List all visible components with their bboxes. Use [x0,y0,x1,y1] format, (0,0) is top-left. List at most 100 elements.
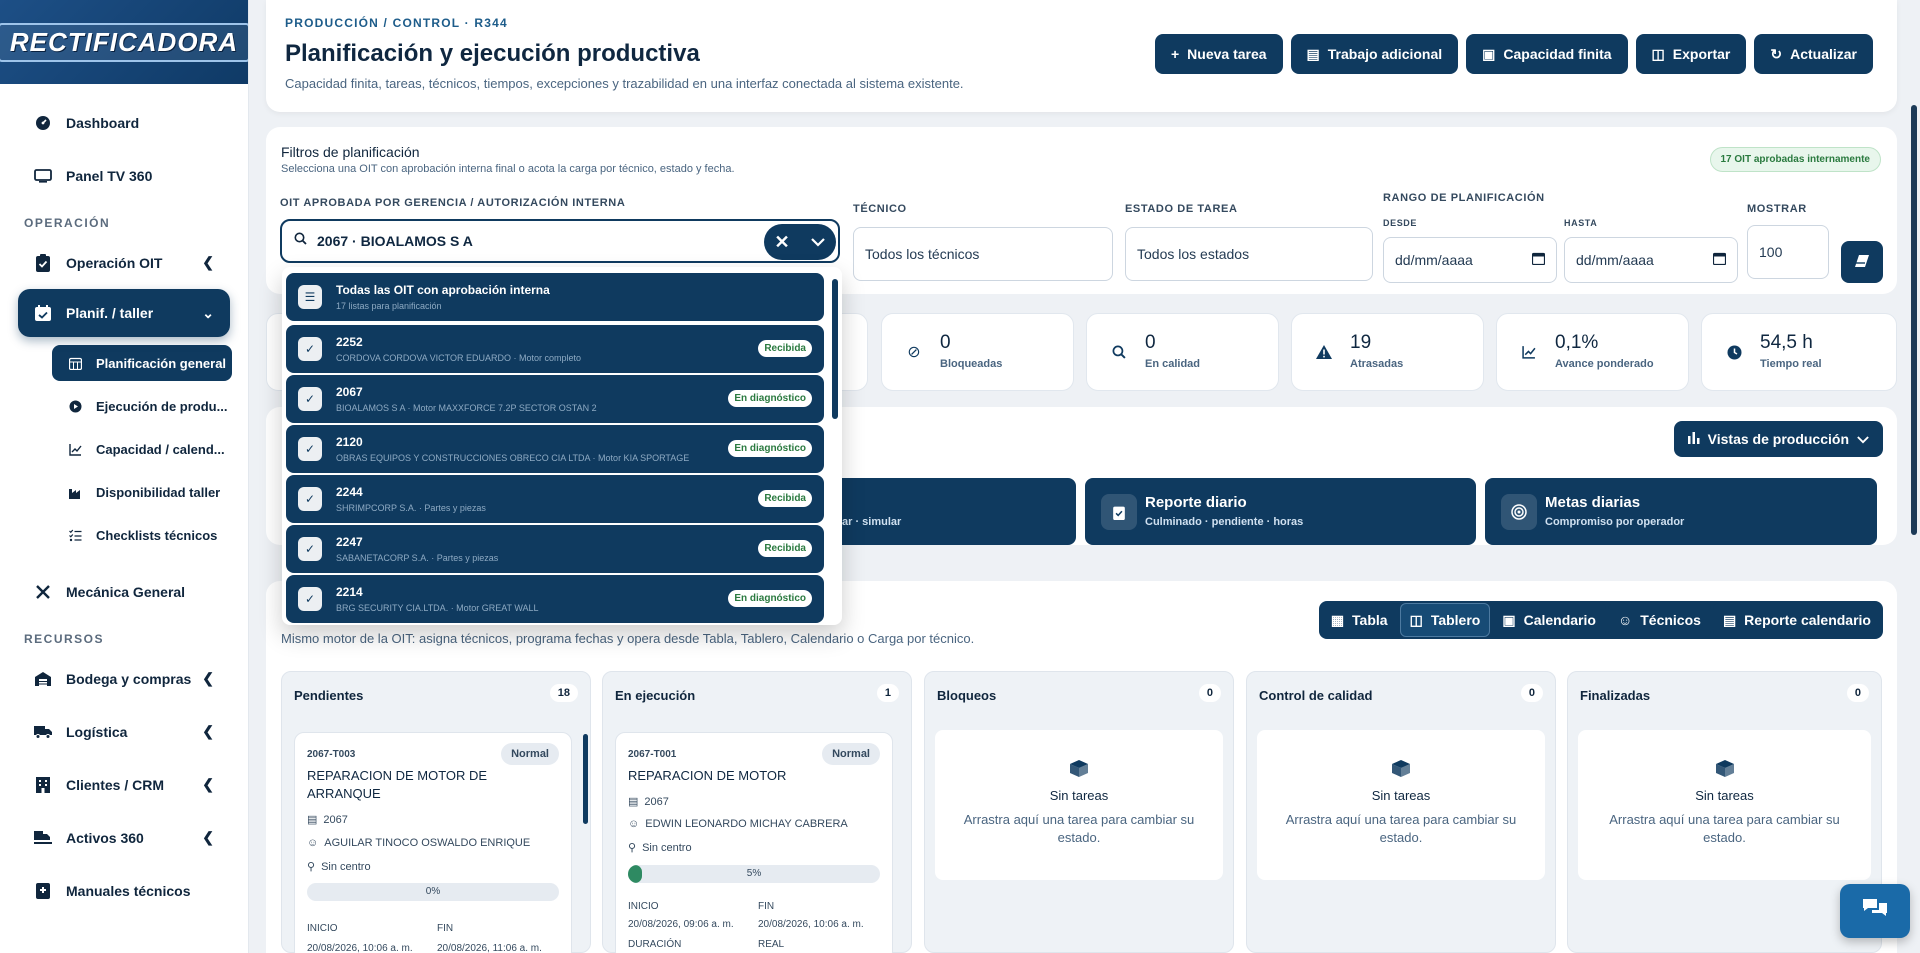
sidebar-item-clientes[interactable]: Clientes / CRM ❮ [0,758,248,811]
task-center: Sin centro [321,860,371,873]
sidebar-item-logistica[interactable]: Logística ❮ [0,705,248,758]
hasta-date-input[interactable]: dd/mm/aaaa [1564,237,1738,283]
dropdown-option-all[interactable]: ☰ Todas las OIT con aprobación interna 1… [286,273,824,321]
tecnico-select[interactable]: Todos los técnicos [853,227,1113,281]
sidebar-subitem-disponibilidad[interactable]: Disponibilidad taller [52,471,248,514]
board-column-control-calidad: Control de calidad 0 Sin tareas Arrastra… [1246,671,1556,953]
kpi-label: Tiempo real [1760,358,1822,370]
trabajo-adicional-button[interactable]: ▤ Trabajo adicional [1290,34,1459,74]
task-card[interactable]: 2067-T003 Normal REPARACION DE MOTOR DE … [294,732,572,953]
warehouse-icon [32,668,54,690]
sidebar-item-mecanica[interactable]: Mecánica General [0,565,248,618]
clipboard-check-icon [32,252,54,274]
sidebar-item-bodega[interactable]: Bodega y compras ❮ [0,652,248,705]
dropdown-scrollbar[interactable] [832,279,838,419]
sidebar-item-label: Dashboard [66,114,140,131]
column-scrollbar[interactable] [583,734,588,824]
vistas-produccion-button[interactable]: Vistas de producción [1673,421,1883,457]
sidebar-item-planif-taller[interactable]: Planif. / taller ⌄ [18,289,230,337]
trend-icon [1517,340,1541,364]
task-id: 2067-T001 [628,749,677,760]
exportar-button[interactable]: ◫ Exportar [1635,34,1747,74]
dropdown-option[interactable]: ✓ 2244 SHRIMPCORP S.A. · Partes y piezas… [286,475,824,523]
sidebar-item-dashboard[interactable]: Dashboard [0,96,248,149]
task-card[interactable]: 2067-T001 Normal REPARACION DE MOTOR ▤ 20… [615,732,893,953]
dropdown-option[interactable]: ✓ 2214 BRG SECURITY CIA.LTDA. · Motor GR… [286,575,824,623]
sidebar-subitem-ejecucion[interactable]: Ejecución de produ... [52,385,248,428]
option-sub: BIOALAMOS S A · Motor MAXXFORCE 7.2P SEC… [336,403,597,413]
sidebar-subitem-planificacion-general[interactable]: Planificación general [52,345,232,381]
dropdown-option[interactable]: ✓ 2067 BIOALAMOS S A · Motor MAXXFORCE 7… [286,375,824,423]
dropdown-option[interactable]: ✓ 2252 CORDOVA CORDOVA VICTOR EDUARDO · … [286,325,824,373]
tab-label: Técnicos [1640,612,1701,628]
chevron-down-icon [1857,431,1869,447]
dropdown-option[interactable]: ✓ 2247 SABANETACORP S.A. · Partes y piez… [286,525,824,573]
box-open-icon [1257,758,1545,784]
sidebar-item-label: Planif. / taller [66,305,154,321]
oit-search-input[interactable]: 2067 · BIOALAMOS S A ✕ [280,219,840,263]
column-dropzone[interactable]: Sin tareas Arrastra aquí una tarea para … [1578,730,1871,880]
column-count: 0 [1520,684,1543,702]
sidebar: RECTIFICADORA Dashboard Panel TV 360 OPE… [0,0,249,953]
duracion-label: DURACIÓN [628,939,682,950]
column-dropzone[interactable]: Sin tareas Arrastra aquí una tarea para … [1257,730,1545,880]
calendar-icon [1531,252,1546,268]
calendar-check-icon: ▣ [1482,45,1496,62]
column-dropzone[interactable]: Sin tareas Arrastra aquí una tarea para … [935,730,1223,880]
kpi-card-avance: 0,1% Avance ponderado [1496,313,1689,391]
task-center-row: ⚲ Sin centro [628,841,692,855]
dropdown-option[interactable]: ✓ 2120 OBRAS EQUIPOS Y CONSTRUCCIONES OB… [286,425,824,473]
task-oit: 2067 [323,813,348,826]
chart-line-icon [66,443,84,456]
oit-label: OIT APROBADA POR GERENCIA / AUTORIZACIÓN… [280,197,626,209]
sidebar-subitem-capacidad[interactable]: Capacidad / calend... [52,428,248,471]
brand-logo[interactable]: RECTIFICADORA [0,0,248,84]
view-card-sub: Compromiso por operador [1545,516,1685,528]
desde-date-input[interactable]: dd/mm/aaaa [1383,237,1557,283]
sidebar-item-label: Mecánica General [66,583,186,600]
status-badge: En diagnóstico [728,440,812,457]
play-circle-icon [66,400,84,413]
sidebar-item-manuales[interactable]: Manuales técnicos [0,864,248,917]
chevron-left-icon: ❮ [202,776,214,792]
tab-tablero[interactable]: ◫ Tablero [1399,603,1491,637]
nueva-tarea-button[interactable]: + Nueva tarea [1154,34,1283,74]
industry-icon [66,486,84,499]
task-oit: 2067 [644,795,669,808]
mostrar-input[interactable]: 100 [1747,225,1829,279]
sidebar-item-activos[interactable]: Activos 360 ❮ [0,811,248,864]
clear-filters-button[interactable] [1841,241,1883,283]
view-card-reporte-diario[interactable]: Reporte diario Culminado · pendiente · h… [1085,478,1476,545]
logo-text: RECTIFICADORA [0,22,248,62]
capacidad-finita-button[interactable]: ▣ Capacidad finita [1466,34,1628,74]
page-header: PRODUCCIÓN / CONTROL · R344 Planificació… [266,0,1897,112]
clear-icon[interactable]: ✕ [764,224,800,260]
tab-tecnicos[interactable]: ☺ Técnicos [1607,603,1711,637]
empty-desc: Arrastra aquí una tarea para cambiar su … [963,812,1195,845]
estado-select[interactable]: Todos los estados [1125,227,1373,281]
page-scrollbar[interactable] [1911,105,1917,535]
kpi-value: 54,5 h [1760,332,1813,353]
tab-label: Tablero [1430,612,1481,628]
view-card-metas-diarias[interactable]: Metas diarias Compromiso por operador [1485,478,1877,545]
file-export-icon: ◫ [1651,45,1665,62]
tab-reporte-calendario[interactable]: ▤ Reporte calendario [1712,603,1881,637]
option-sub: OBRAS EQUIPOS Y CONSTRUCCIONES OBRECO CI… [336,453,690,463]
chevron-down-icon[interactable] [800,224,836,260]
chat-button[interactable] [1840,884,1910,938]
inicio-label: INICIO [628,901,659,912]
actualizar-button[interactable]: ↻ Actualizar [1754,34,1873,74]
tab-calendario[interactable]: ▣ Calendario [1492,603,1606,637]
progress-label: 0% [425,886,441,897]
sidebar-item-panel-tv[interactable]: Panel TV 360 [0,149,248,202]
sidebar-subitem-checklists[interactable]: Checklists técnicos [52,514,248,557]
task-tech-row: ☺ AGUILAR TINOCO OSWALDO ENRIQUE [307,837,530,849]
sidebar-item-label: Panel TV 360 [66,167,153,184]
kpi-value: 0,1% [1555,332,1599,353]
clipboard-check-icon: ✓ [298,437,322,461]
task-title: REPARACION DE MOTOR DE ARRANQUE [307,768,488,801]
user-gear-icon: ☺ [628,818,640,830]
tab-tabla[interactable]: ▦ Tabla [1320,603,1398,637]
sidebar-subitem-label: Checklists técnicos [96,528,218,543]
sidebar-item-operacion-oit[interactable]: Operación OIT ❮ [0,236,248,289]
